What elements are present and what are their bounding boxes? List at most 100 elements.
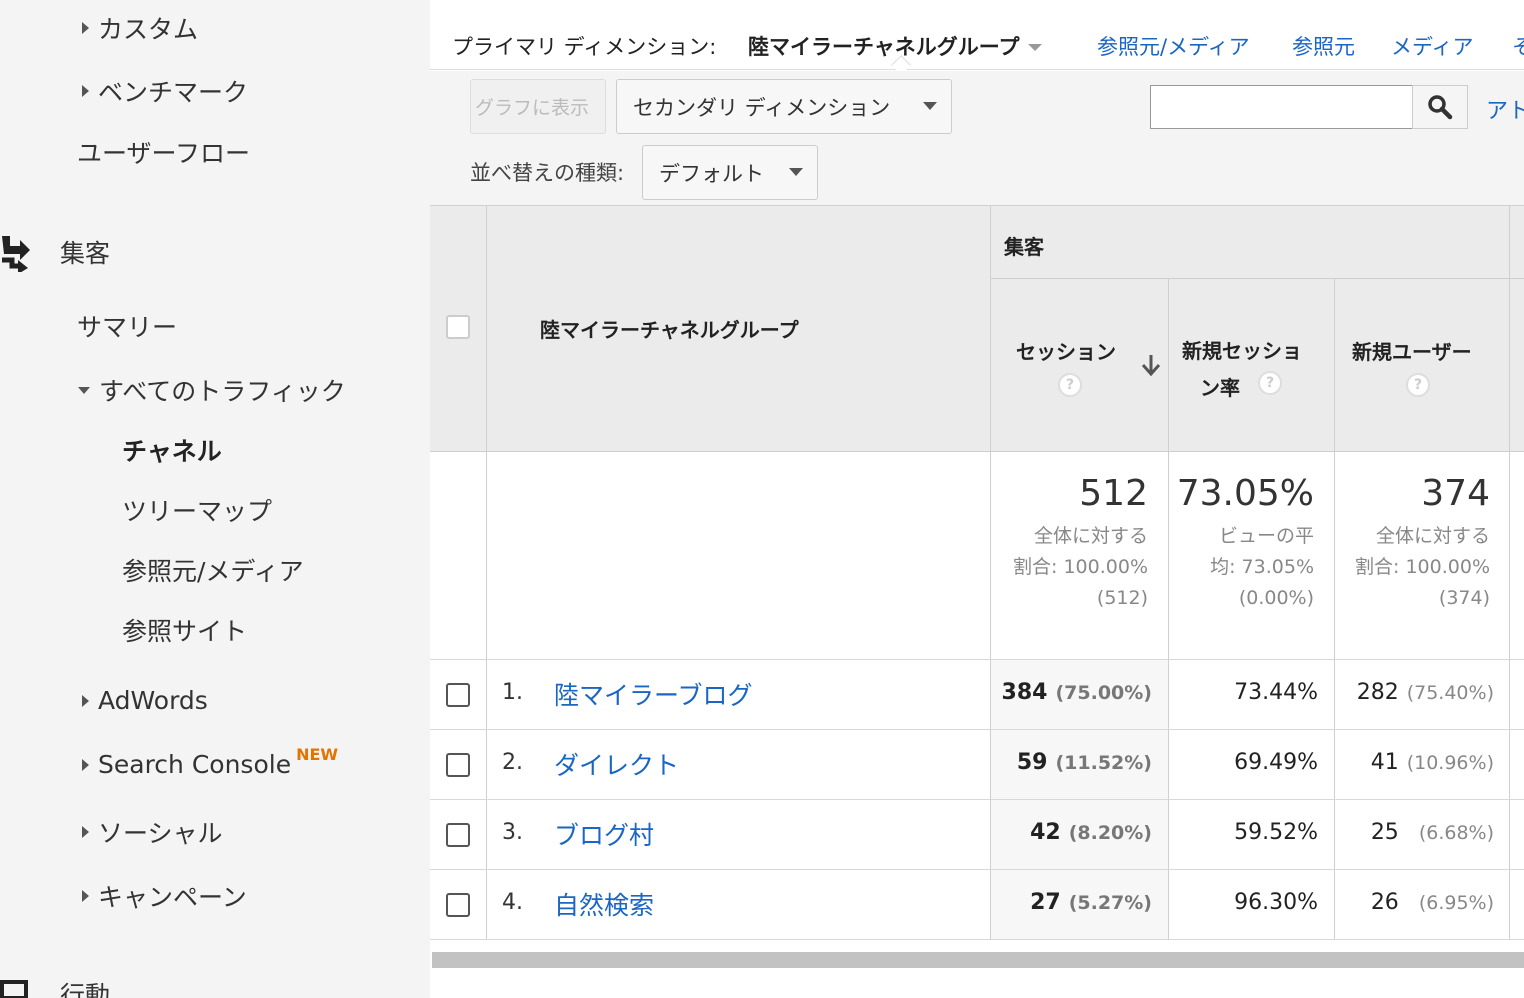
new-users-percent: (75.40%) bbox=[1406, 682, 1494, 704]
row-number: 1. bbox=[502, 680, 523, 705]
caret-down-icon bbox=[923, 102, 937, 110]
sidebar-item-search-console[interactable]: Search Console NEW bbox=[82, 745, 338, 779]
dimension-link-medium[interactable]: メディア bbox=[1391, 31, 1474, 61]
new-users-value: 26 bbox=[1370, 890, 1399, 915]
row-checkbox[interactable] bbox=[446, 683, 470, 707]
row-new-session-rate: 73.44% bbox=[1234, 680, 1318, 705]
total-new-session-rate: 73.05% bbox=[1176, 473, 1314, 514]
caret-right-icon bbox=[82, 826, 89, 838]
row-new-users: 41 (10.96%) bbox=[1371, 750, 1494, 775]
divider bbox=[430, 205, 1524, 206]
help-icon[interactable]: ? bbox=[1406, 373, 1430, 397]
divider bbox=[990, 278, 1524, 279]
show-graph-button[interactable]: グラフに表示 bbox=[470, 79, 606, 134]
divider bbox=[1509, 205, 1510, 940]
new-users-percent: (10.96%) bbox=[1406, 752, 1494, 774]
row-new-session-rate: 96.30% bbox=[1234, 890, 1318, 915]
sidebar-item-label: サマリー bbox=[77, 313, 178, 342]
horizontal-scrollbar[interactable] bbox=[432, 952, 1524, 968]
sidebar-item-campaigns[interactable]: キャンペーン bbox=[82, 878, 247, 914]
caret-down-icon bbox=[1027, 43, 1042, 51]
caret-right-icon bbox=[82, 890, 89, 902]
caret-down-icon bbox=[789, 168, 803, 176]
sidebar-item-custom[interactable]: カスタム bbox=[82, 10, 198, 46]
row-channel-link[interactable]: 陸マイラーブログ bbox=[554, 676, 753, 712]
sidebar-item-label: ユーザーフロー bbox=[77, 139, 251, 168]
sessions-value: 59 bbox=[1016, 750, 1048, 775]
row-channel-link[interactable]: ブログ村 bbox=[554, 816, 654, 852]
row-divider bbox=[430, 869, 1524, 870]
sidebar-item-label: 参照元/メディア bbox=[122, 557, 304, 586]
total-note-line: (512) bbox=[1096, 587, 1148, 609]
sessions-percent: (75.00%) bbox=[1055, 682, 1152, 704]
sort-descending-icon bbox=[1141, 355, 1161, 377]
total-new-users-note: 全体に対する 割合: 100.00% (374) bbox=[1355, 521, 1490, 614]
row-divider bbox=[430, 939, 1524, 940]
row-channel-link[interactable]: 自然検索 bbox=[554, 886, 654, 922]
sidebar-item-label: ツリーマップ bbox=[122, 497, 273, 526]
total-new-users: 374 bbox=[1421, 473, 1490, 514]
sidebar-item-social[interactable]: ソーシャル bbox=[82, 814, 223, 850]
dimension-link-source[interactable]: 参照元 bbox=[1292, 31, 1355, 61]
sidebar-item-user-flow[interactable]: ユーザーフロー bbox=[77, 134, 250, 170]
search-icon bbox=[1428, 95, 1453, 120]
help-icon[interactable]: ? bbox=[1258, 371, 1282, 395]
sidebar-item-channels[interactable]: チャネル bbox=[122, 432, 222, 468]
sidebar-item-treemap[interactable]: ツリーマップ bbox=[122, 492, 272, 528]
caret-right-icon bbox=[82, 694, 89, 707]
row-new-session-rate: 69.49% bbox=[1234, 750, 1318, 775]
caret-down-icon bbox=[78, 386, 90, 394]
sort-type-dropdown[interactable]: デフォルト bbox=[642, 145, 818, 200]
sidebar-item-label: AdWords bbox=[98, 686, 208, 715]
row-sessions: 384 (75.00%) bbox=[1002, 680, 1152, 705]
primary-dimension-label: プライマリ ディメンション: bbox=[452, 35, 717, 59]
sessions-percent: (11.52%) bbox=[1055, 752, 1152, 774]
dimension-link-source-medium[interactable]: 参照元/メディア bbox=[1097, 31, 1250, 61]
row-divider bbox=[430, 799, 1524, 800]
secondary-dimension-label: セカンダリ ディメンション bbox=[633, 95, 891, 120]
row-checkbox[interactable] bbox=[446, 753, 470, 777]
search-button[interactable] bbox=[1412, 85, 1468, 129]
advanced-filter-link[interactable]: アト bbox=[1486, 93, 1524, 125]
sidebar-item-label: 集客 bbox=[60, 239, 111, 268]
help-icon[interactable]: ? bbox=[1058, 373, 1082, 397]
total-note-line: 全体に対する bbox=[1033, 525, 1148, 547]
row-checkbox[interactable] bbox=[446, 893, 470, 917]
primary-dimension-current[interactable]: 陸マイラーチャネルグループ bbox=[748, 31, 1042, 61]
row-checkbox[interactable] bbox=[446, 823, 470, 847]
table-search-input[interactable] bbox=[1150, 85, 1413, 129]
sidebar-item-adwords[interactable]: AdWords bbox=[82, 686, 208, 715]
new-session-rate-value: 59.52% bbox=[1234, 820, 1318, 845]
total-new-session-rate-note: ビューの平 均: 73.05% (0.00%) bbox=[1210, 521, 1314, 614]
caret-right-icon bbox=[82, 22, 89, 34]
secondary-dimension-dropdown[interactable]: セカンダリ ディメンション bbox=[616, 79, 952, 134]
new-session-rate-value: 69.49% bbox=[1234, 750, 1318, 775]
acquisition-group-header: 集客 bbox=[1004, 235, 1044, 259]
sidebar-item-referrals[interactable]: 参照サイト bbox=[122, 612, 247, 648]
primary-dimension-bar: プライマリ ディメンション: 陸マイラーチャネルグループ 参照元/メディア 参照… bbox=[430, 0, 1524, 70]
table-toolbar: グラフに表示 セカンダリ ディメンション 並べ替えの種類: デフォルト アト bbox=[430, 71, 1524, 205]
sidebar-item-label: Search Console bbox=[98, 750, 292, 779]
dimension-column-header[interactable]: 陸マイラーチャネルグループ bbox=[540, 314, 799, 343]
new-badge: NEW bbox=[296, 745, 339, 764]
sessions-value: 42 bbox=[1030, 820, 1061, 845]
sidebar-section-acquisition[interactable]: 集客 bbox=[60, 234, 110, 270]
sidebar-item-label: キャンペーン bbox=[98, 883, 247, 912]
divider bbox=[486, 205, 487, 940]
sidebar-item-summary[interactable]: サマリー bbox=[77, 308, 177, 344]
sidebar: カスタム ベンチマーク ユーザーフロー 集客 サマリー すべてのトラフィック チ… bbox=[0, 0, 430, 998]
sessions-percent: (5.27%) bbox=[1068, 892, 1152, 914]
row-new-users: 282 (75.40%) bbox=[1357, 680, 1494, 705]
sidebar-section-behavior[interactable]: 行動 bbox=[60, 976, 110, 998]
row-channel-link[interactable]: ダイレクト bbox=[554, 746, 679, 782]
select-all-checkbox[interactable] bbox=[446, 315, 470, 339]
sidebar-item-all-traffic[interactable]: すべてのトラフィック bbox=[78, 372, 346, 408]
acquisition-icon bbox=[2, 236, 30, 272]
sidebar-item-label: 参照サイト bbox=[122, 617, 248, 646]
sidebar-item-source-medium[interactable]: 参照元/メディア bbox=[122, 552, 304, 588]
new-session-rate-value: 73.44% bbox=[1234, 680, 1318, 705]
dimension-link-other[interactable]: そ bbox=[1512, 31, 1524, 61]
total-note-line: (374) bbox=[1438, 587, 1490, 609]
sidebar-item-benchmark[interactable]: ベンチマーク bbox=[82, 73, 248, 109]
total-note-line: 割合: 100.00% bbox=[1355, 556, 1490, 578]
